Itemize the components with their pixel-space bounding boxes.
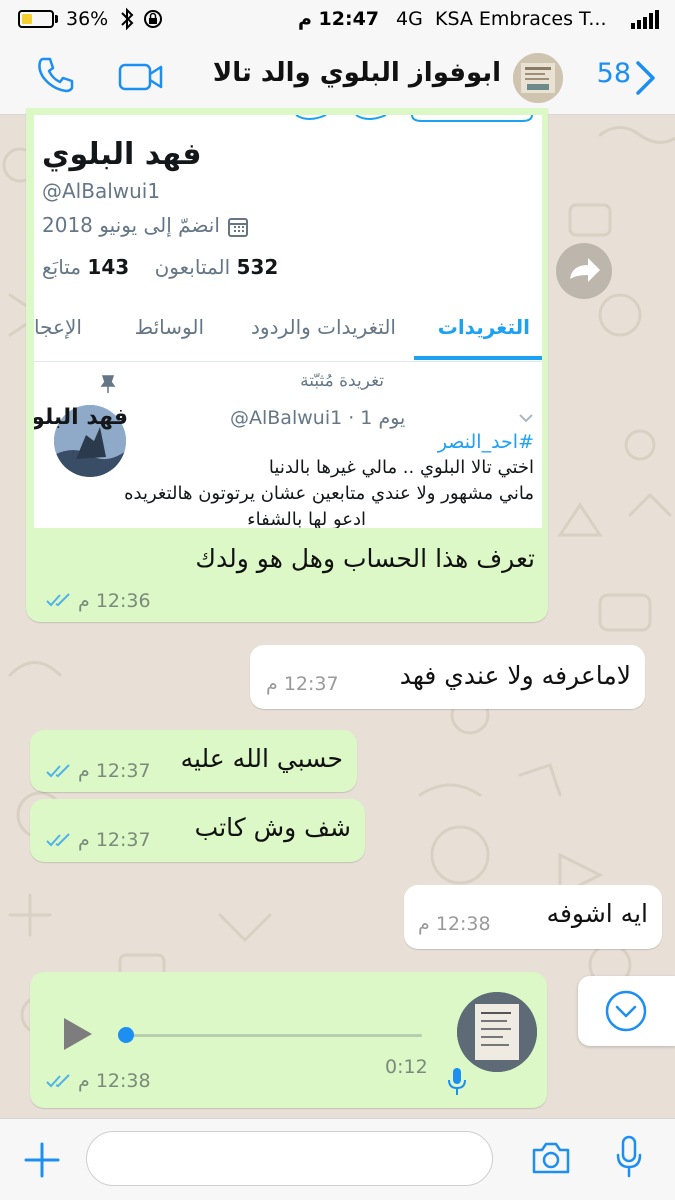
pinned-label-text: تغريدة مُثبّتة	[300, 371, 384, 391]
microphone-icon	[448, 1068, 466, 1095]
contact-name[interactable]: ابوفواز البلوي والد تالا	[213, 58, 501, 88]
battery-level	[22, 14, 32, 24]
pin-icon	[100, 375, 116, 393]
message-time: 12:38 م	[78, 1070, 151, 1092]
plus-icon[interactable]	[24, 1142, 60, 1178]
tweet-line-2: ماني مشهور ولا عندي متابعين عشان يرتوتون…	[124, 483, 534, 504]
following-label: متابَع	[42, 255, 82, 279]
message-time: 12:37 م	[78, 829, 151, 851]
message-time: 12:36 م	[78, 590, 151, 612]
camera-icon[interactable]	[531, 1141, 571, 1175]
contact-avatar[interactable]	[513, 53, 563, 103]
shared-screenshot[interactable]: فهد البلوي @AlBalwui1 انضمّ إلى يونيو 20…	[34, 115, 542, 528]
message-text: ايه اشوفه	[546, 899, 648, 928]
voice-progress-track[interactable]	[126, 1034, 422, 1037]
message-bubble-incoming[interactable]: لاماعرفه ولا عندي فهد 12:37 م	[250, 645, 645, 709]
bluetooth-icon	[120, 7, 134, 36]
pinned-label: تغريدة مُثبّتة	[300, 371, 384, 391]
tweet-hashtag[interactable]: #احد_النصر	[438, 431, 534, 453]
avatar-image	[513, 53, 563, 103]
carrier-name: KSA Embraces T...	[435, 8, 607, 30]
profile-joined: انضمّ إلى يونيو 2018	[42, 213, 250, 239]
phone-icon	[38, 57, 74, 93]
message-time: 12:38 م	[418, 913, 491, 935]
sender-avatar	[457, 992, 537, 1072]
voice-message-bubble[interactable]: 0:12 12:38 م	[30, 972, 547, 1108]
profile-buttons-cut	[295, 115, 533, 122]
tab-tweets-replies[interactable]: التغريدات والردود	[251, 315, 396, 339]
followers-count: 532	[236, 255, 279, 279]
rotation-lock-icon	[142, 8, 164, 35]
scroll-to-bottom-button[interactable]	[578, 976, 675, 1046]
chevron-down-icon[interactable]	[518, 413, 534, 425]
microphone-icon[interactable]	[615, 1135, 643, 1179]
tweet-line-1: اختي تالا البلوي .. مالي غيرها بالدنيا	[268, 457, 534, 478]
tweet-line-3: ادعو لها بالشفاء	[247, 509, 366, 528]
video-call-button[interactable]	[118, 62, 164, 96]
avatar-image	[457, 992, 537, 1072]
voice-duration: 0:12	[385, 1056, 428, 1078]
message-text: تعرف هذا الحساب وهل هو ولدك	[195, 544, 535, 573]
tab-tweets[interactable]: التغريدات	[438, 315, 530, 339]
message-text: حسبي الله عليه	[180, 744, 343, 773]
read-ticks-icon	[46, 1074, 70, 1088]
followers-label: المتابعون	[154, 255, 231, 279]
follow-counts: 532 المتابعون 143 متابَع	[42, 255, 278, 279]
chat-header: ابوفواز البلوي والد تالا 58	[0, 40, 675, 115]
battery-icon	[18, 10, 54, 28]
following-count: 143	[87, 255, 130, 279]
message-input-bar	[0, 1118, 675, 1200]
message-time: 12:37 م	[266, 673, 339, 695]
status-bar: 36% 12:47 م 4G KSA Embraces T...	[0, 0, 675, 40]
message-text: لاماعرفه ولا عندي فهد	[399, 661, 631, 690]
battery-percent: 36%	[66, 8, 109, 30]
unread-count[interactable]: 58	[597, 58, 631, 89]
back-button[interactable]	[635, 60, 657, 100]
message-bubble-incoming[interactable]: ايه اشوفه 12:38 م	[404, 885, 662, 949]
tweet-handle-time: @AlBalwui1 · 1 يوم	[230, 407, 406, 429]
chevron-down-circle-icon	[605, 990, 647, 1032]
battery-tip	[55, 15, 58, 23]
profile-name: فهد البلوي	[42, 137, 202, 172]
play-icon[interactable]	[60, 1016, 94, 1052]
message-input[interactable]	[86, 1131, 493, 1186]
network-type: 4G	[396, 8, 423, 30]
read-ticks-icon	[46, 764, 70, 778]
tab-media[interactable]: الوسائط	[135, 315, 204, 339]
message-time: 12:37 م	[78, 760, 151, 782]
message-bubble-outgoing[interactable]: حسبي الله عليه 12:37 م	[30, 730, 357, 792]
read-ticks-icon	[46, 833, 70, 847]
signal-icon	[630, 10, 660, 35]
forward-button[interactable]	[556, 243, 612, 299]
chevron-right-icon	[636, 61, 655, 95]
voice-call-button[interactable]	[34, 54, 74, 98]
message-bubble-outgoing[interactable]: شف وش كاتب 12:37 م	[30, 799, 365, 862]
calendar-icon	[228, 217, 249, 237]
voice-progress-knob[interactable]	[118, 1027, 134, 1043]
profile-tabs: التغريدات التغريدات والردود الوسائط الإع…	[34, 295, 542, 362]
status-time: 12:47 م	[298, 8, 380, 30]
message-text: شف وش كاتب	[194, 813, 351, 842]
read-ticks-icon	[46, 593, 70, 607]
active-tab-indicator	[414, 356, 542, 360]
forward-arrow-icon	[570, 258, 600, 282]
tweet-author: فهد البلوي	[34, 405, 128, 430]
joined-date: انضمّ إلى يونيو 2018	[42, 213, 220, 237]
profile-handle: @AlBalwui1	[42, 179, 161, 203]
tab-likes[interactable]: الإعجا	[34, 315, 82, 339]
video-camera-icon	[118, 63, 163, 91]
